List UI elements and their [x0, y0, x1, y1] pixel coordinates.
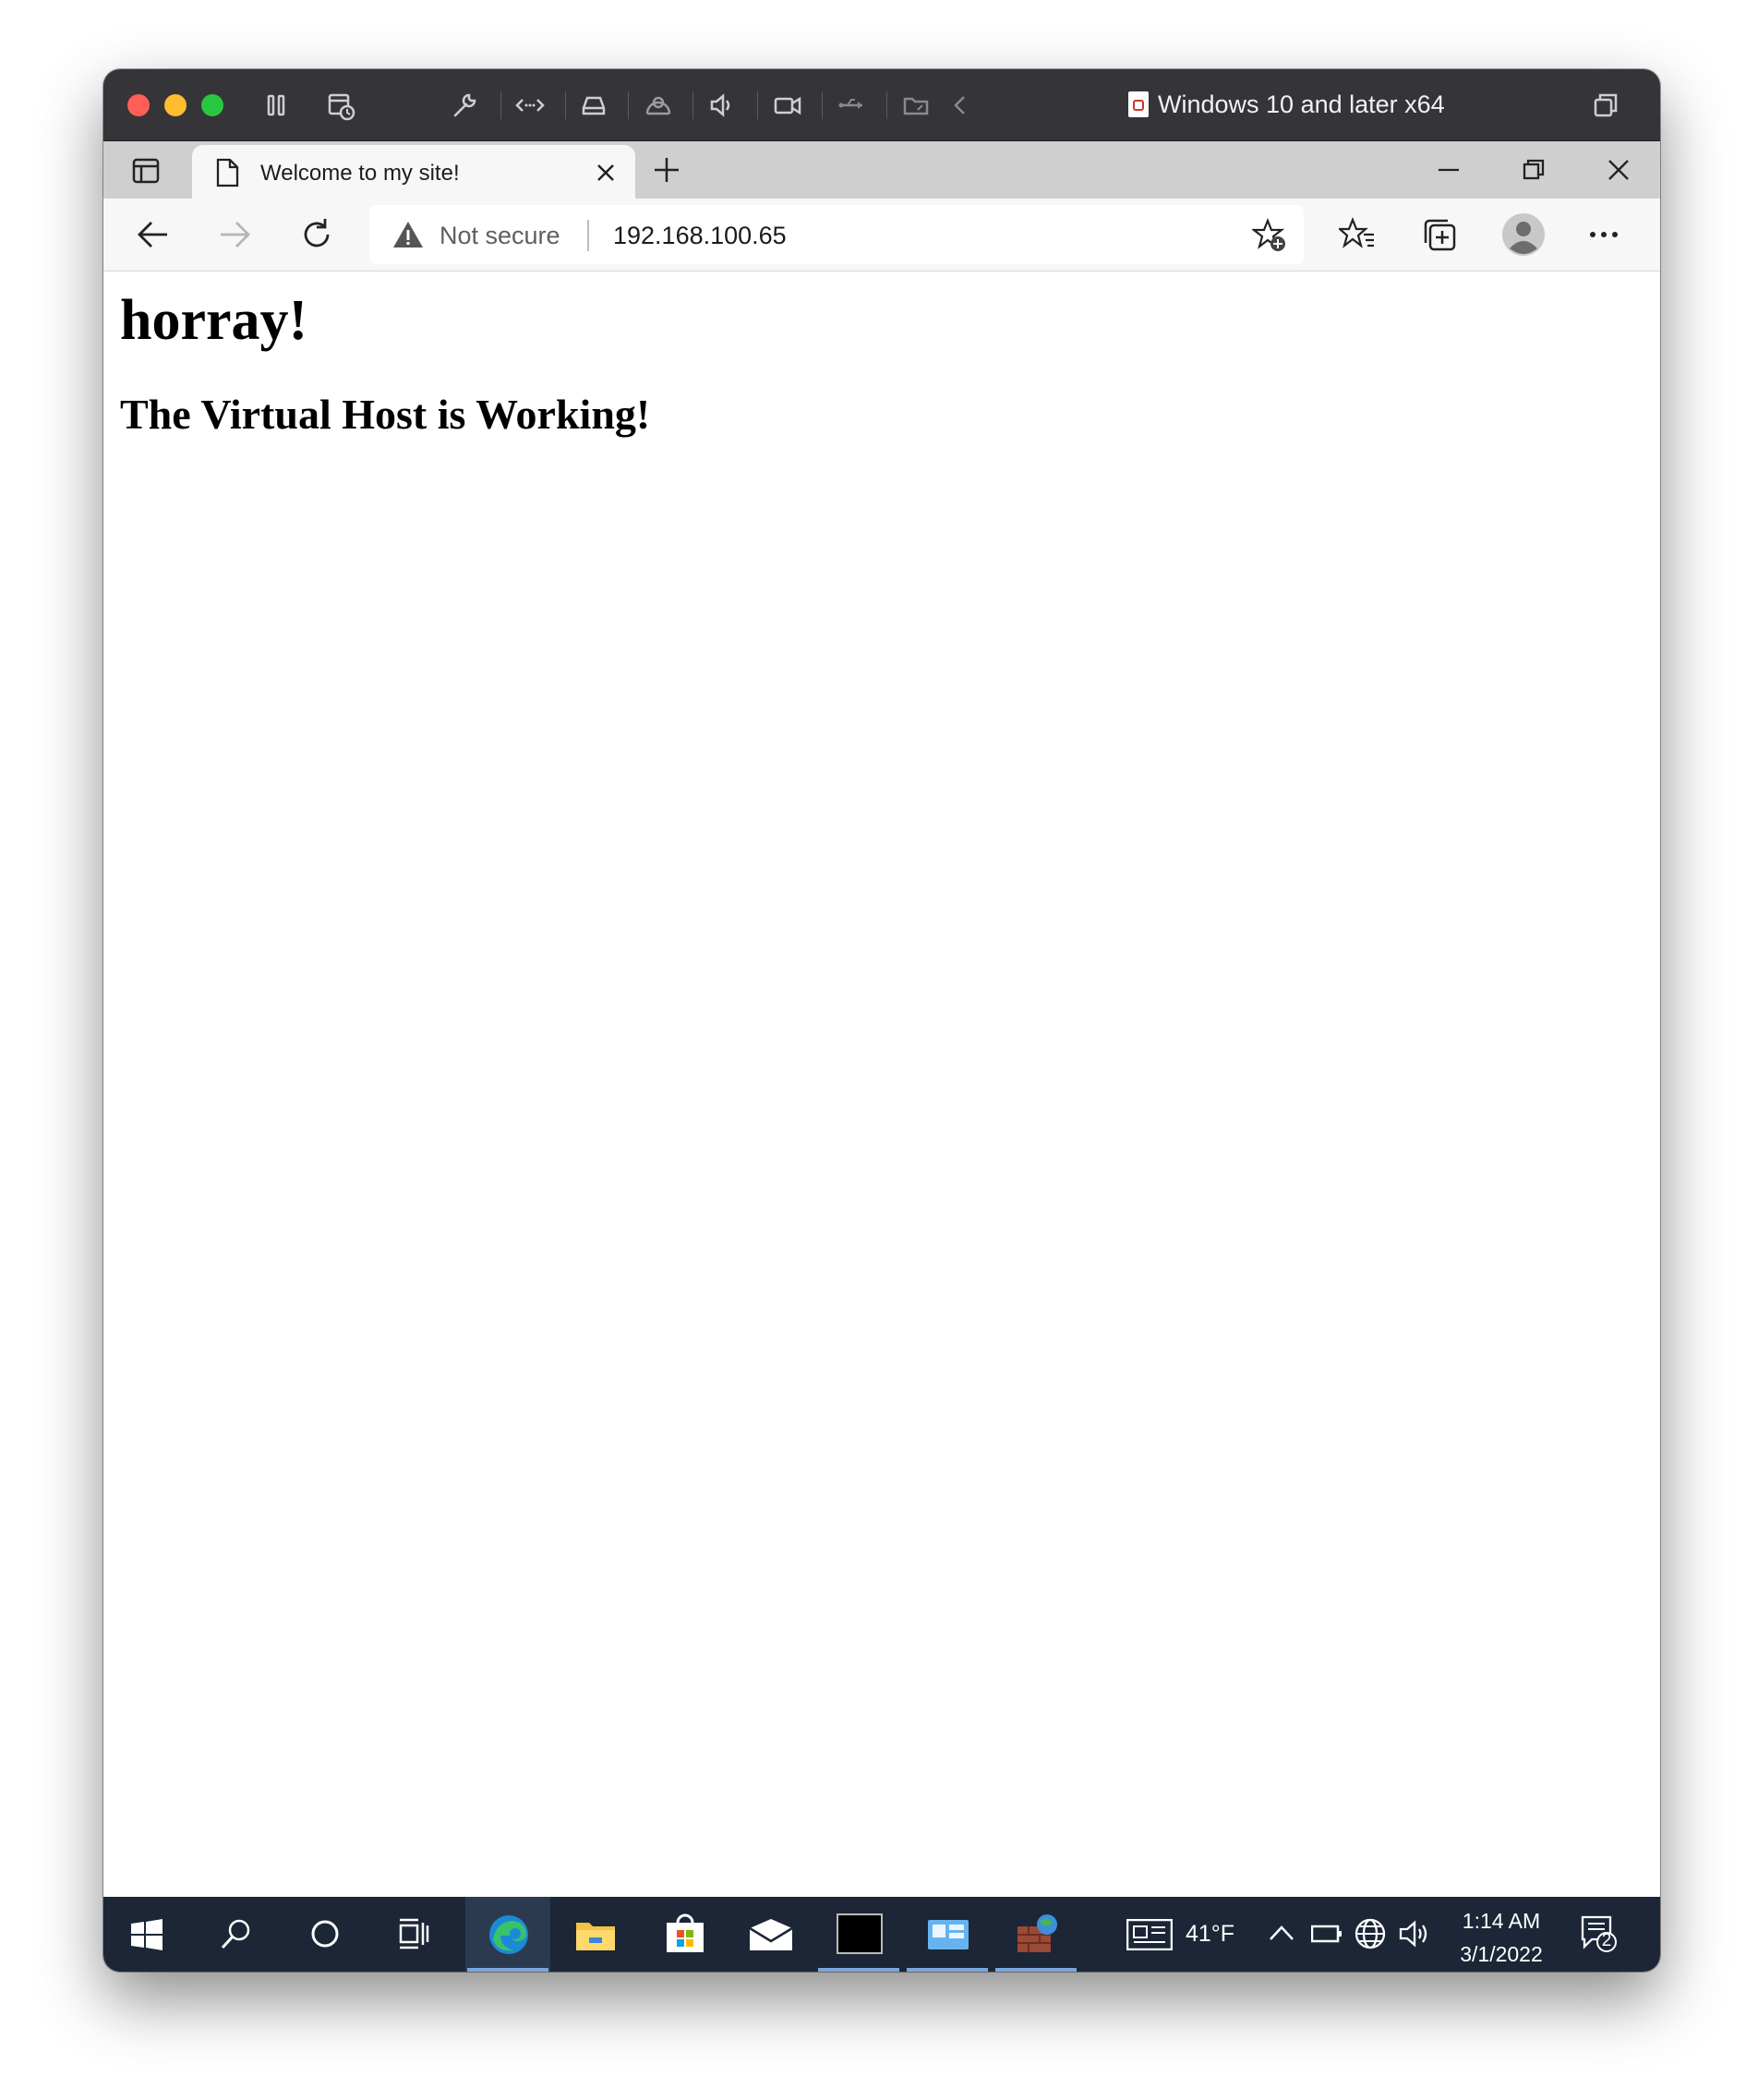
terminal-icon — [837, 1913, 883, 1954]
url-text[interactable]: 192.168.100.65 — [613, 222, 787, 250]
folder-icon — [576, 1923, 615, 1950]
video-camera-icon[interactable] — [770, 88, 805, 123]
page-heading: horray! — [120, 289, 308, 352]
minimize-window-button[interactable] — [164, 94, 187, 116]
clock-date: 3/1/2022 — [1460, 1942, 1543, 1966]
add-favorite-icon[interactable] — [1252, 218, 1287, 253]
store-icon — [667, 1913, 704, 1952]
wrench-icon[interactable] — [447, 88, 482, 123]
taskbar-mail[interactable] — [728, 1897, 813, 1972]
browser-toolbar: Not secure 192.168.100.65 — [103, 199, 1660, 272]
close-icon[interactable] — [1607, 158, 1631, 182]
taskbar-firewall[interactable] — [993, 1897, 1078, 1972]
shared-folder-icon[interactable] — [899, 88, 934, 123]
mail-icon — [749, 1919, 793, 1950]
web-page: horray! The Virtual Host is Working! — [103, 272, 1660, 1968]
battery-icon[interactable] — [1311, 1925, 1343, 1943]
vm-config-icon — [1128, 91, 1149, 117]
vm-title: Windows 10 and later x64 — [1128, 86, 1445, 123]
taskbar-control-panel[interactable] — [905, 1897, 990, 1972]
disk-icon[interactable] — [576, 88, 611, 123]
tab-strip: Welcome to my site! — [103, 141, 1660, 199]
taskbar-file-explorer[interactable] — [552, 1897, 637, 1972]
address-bar[interactable]: Not secure 192.168.100.65 — [369, 205, 1304, 264]
address-divider — [587, 220, 589, 251]
profile-avatar[interactable] — [1502, 213, 1545, 256]
back-icon[interactable] — [137, 219, 170, 250]
weather-text[interactable]: 41°F — [1186, 1921, 1234, 1948]
close-tab-icon[interactable] — [596, 163, 616, 183]
tab-welcome[interactable]: Welcome to my site! — [192, 145, 635, 199]
snapshot-icon[interactable] — [323, 88, 358, 123]
close-window-button[interactable] — [127, 94, 150, 116]
firewall-icon — [1017, 1914, 1057, 1952]
restore-icon[interactable] — [1522, 158, 1546, 182]
task-view-button[interactable] — [369, 1897, 454, 1972]
vm-titlebar: Windows 10 and later x64 — [103, 69, 1660, 141]
taskbar-edge[interactable] — [465, 1897, 550, 1972]
vm-window: Windows 10 and later x64 Welcome to my s… — [103, 69, 1660, 1972]
start-button[interactable] — [103, 1897, 188, 1972]
window-mode-icon[interactable] — [1588, 88, 1623, 123]
volume-icon[interactable] — [1398, 1919, 1433, 1949]
edge-icon — [489, 1915, 528, 1954]
camera-device-icon[interactable] — [641, 88, 676, 123]
page-icon — [214, 158, 240, 187]
vm-title-text: Windows 10 and later x64 — [1158, 90, 1445, 118]
forward-icon — [218, 219, 251, 250]
search-icon — [221, 1919, 250, 1949]
speaker-icon[interactable] — [704, 88, 740, 123]
usb-icon[interactable] — [835, 88, 870, 123]
tab-title: Welcome to my site! — [260, 161, 460, 186]
security-label[interactable]: Not secure — [440, 222, 560, 250]
warning-icon[interactable] — [392, 220, 424, 249]
clock[interactable]: 1:14 AM 3/1/2022 — [1451, 1904, 1551, 1971]
search-button[interactable] — [192, 1897, 277, 1972]
pause-icon[interactable] — [259, 88, 294, 123]
collections-icon[interactable] — [1422, 217, 1457, 252]
minimize-icon[interactable] — [1437, 158, 1461, 182]
new-tab-icon[interactable] — [652, 155, 681, 185]
clock-time: 1:14 AM — [1462, 1909, 1541, 1933]
more-options-icon[interactable] — [1588, 223, 1620, 247]
chevron-up-icon[interactable] — [1269, 1923, 1294, 1943]
windows-taskbar: 41°F 1:14 AM 3/1/2022 2 — [103, 1897, 1660, 1972]
cortana-button[interactable] — [281, 1897, 366, 1972]
cortana-icon — [311, 1920, 339, 1948]
page-subheading: The Virtual Host is Working! — [120, 391, 651, 438]
code-icon[interactable] — [512, 88, 548, 123]
favorites-icon[interactable] — [1339, 217, 1376, 252]
taskbar-terminal[interactable] — [816, 1897, 901, 1972]
notification-count: 2 — [1601, 1931, 1612, 1950]
windows-logo-icon — [131, 1919, 163, 1950]
news-icon[interactable] — [1126, 1919, 1173, 1950]
chevron-left-icon[interactable] — [944, 88, 979, 123]
network-globe-icon[interactable] — [1354, 1917, 1387, 1950]
taskbar-store[interactable] — [641, 1897, 726, 1972]
tab-actions-icon[interactable] — [131, 156, 161, 186]
action-center-icon[interactable]: 2 — [1581, 1915, 1618, 1952]
control-panel-icon — [928, 1920, 969, 1949]
zoom-window-button[interactable] — [201, 94, 223, 116]
task-view-icon — [399, 1918, 429, 1949]
refresh-icon[interactable] — [299, 217, 334, 252]
